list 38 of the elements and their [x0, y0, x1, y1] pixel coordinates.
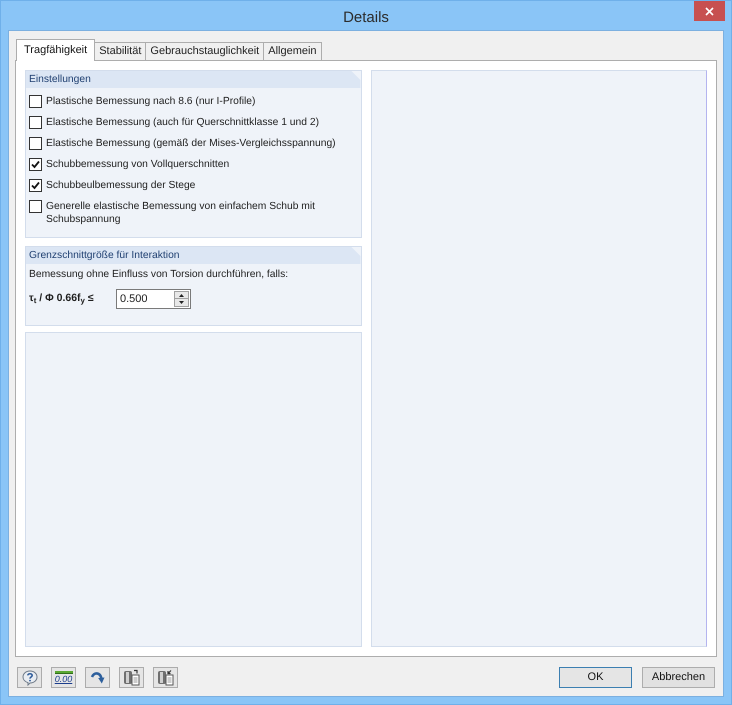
group-header: Grenzschnittgröße für Interaktion — [26, 247, 360, 264]
dialog-button[interactable]: OK — [559, 667, 632, 688]
checkbox-label[interactable]: Elastische Bemessung (auch für Querschnittklasse 1 und 2) — [46, 116, 320, 129]
caret-down-icon — [179, 301, 184, 304]
number-spin-field[interactable]: 0.500 — [116, 289, 191, 309]
spin-up-button[interactable] — [174, 291, 189, 299]
scale-bar-icon — [54, 671, 72, 674]
caret-up-icon — [179, 294, 184, 296]
spin-down-button[interactable] — [174, 299, 189, 307]
checkbox[interactable] — [29, 116, 42, 129]
formula-label: τ$_{t}$ / Φ 0.66f$_{y}$ ≤ — [29, 291, 94, 307]
tab[interactable]: Tragfähigkeit — [16, 39, 96, 61]
window-title: Details — [343, 8, 389, 28]
checkbox[interactable] — [29, 95, 42, 108]
checkbox-label[interactable]: Schubbemessung von Vollquerschnitten — [46, 158, 230, 171]
checkbox[interactable] — [29, 137, 42, 150]
description-text: Bemessung ohne Einfluss von Torsion durchführen, falls: — [29, 268, 288, 282]
tab[interactable]: Allgemein — [263, 42, 322, 60]
checkbox[interactable] — [29, 158, 42, 171]
toolbar-button[interactable] — [85, 667, 110, 688]
group-header: Einstellungen — [26, 71, 360, 88]
checkbox-label[interactable]: Generelle elastische Bemessung von einfachem Schub mit Schubspannung — [46, 200, 346, 226]
curved-arrow-icon — [90, 670, 106, 686]
close-button[interactable] — [694, 1, 725, 21]
dialog-button[interactable]: Abbrechen — [642, 667, 715, 688]
toolbar-button[interactable] — [119, 667, 144, 688]
block-document-icon — [156, 668, 174, 686]
close-icon — [705, 6, 714, 16]
checkbox-label[interactable]: Schubbeulbemessung der Stege — [46, 179, 196, 192]
toolbar-button[interactable] — [17, 667, 42, 688]
decimal-places-button[interactable]: 0.00 — [51, 667, 76, 688]
toolbar-button[interactable] — [153, 667, 178, 688]
checkbox-label[interactable]: Elastische Bemessung (gemäß der Mises-Vergleichsspannung) — [46, 137, 336, 150]
help-icon — [22, 670, 38, 686]
checkbox[interactable] — [29, 179, 42, 192]
checkbox-label[interactable]: Plastische Bemessung nach 8.6 (nur I-Profile) — [46, 95, 256, 108]
block-document-icon — [122, 668, 140, 686]
checkbox[interactable] — [29, 200, 42, 213]
